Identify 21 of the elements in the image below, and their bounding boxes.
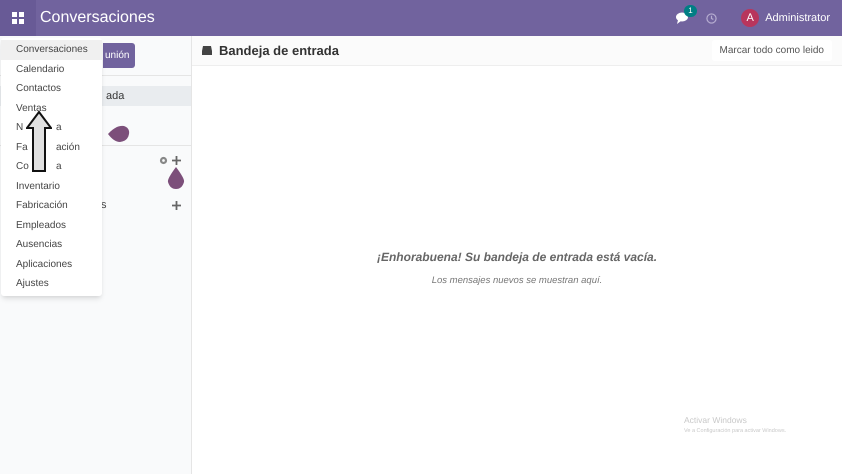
menu-item-label: a <box>56 160 62 174</box>
menu-item-label: Conversaciones <box>16 43 88 58</box>
menu-item-label: Ajustes <box>16 277 49 292</box>
app-title: Conversaciones <box>40 8 155 28</box>
menu-item-label: N <box>16 121 24 136</box>
menu-item-label: Empleados <box>16 218 66 233</box>
menu-item-label: ación <box>56 140 80 155</box>
page-title: Bandeja de entrada <box>219 42 339 60</box>
menu-item-label: Co <box>16 160 30 174</box>
menu-item-label: Ausencias <box>16 238 62 252</box>
menu-item-label: Calendario <box>16 62 64 77</box>
menu-item-label: Ventas <box>16 102 47 116</box>
menu-item-label: a <box>56 121 62 136</box>
menu-item-label: Fa <box>16 140 29 155</box>
message-count-badge: 1 <box>684 5 697 17</box>
empty-inbox-title: ¡Enhorabuena! Su bandeja de entrada está vacía. <box>376 249 658 266</box>
menu-item-label: Contactos <box>16 82 62 96</box>
empty-inbox-subtitle: Los mensajes nuevos se muestran aquí. <box>432 274 602 288</box>
menu-item-label: Inventario <box>16 180 60 194</box>
menu-item-label: Aplicaciones <box>16 258 72 272</box>
menu-item-label: Fabricación <box>16 199 68 214</box>
